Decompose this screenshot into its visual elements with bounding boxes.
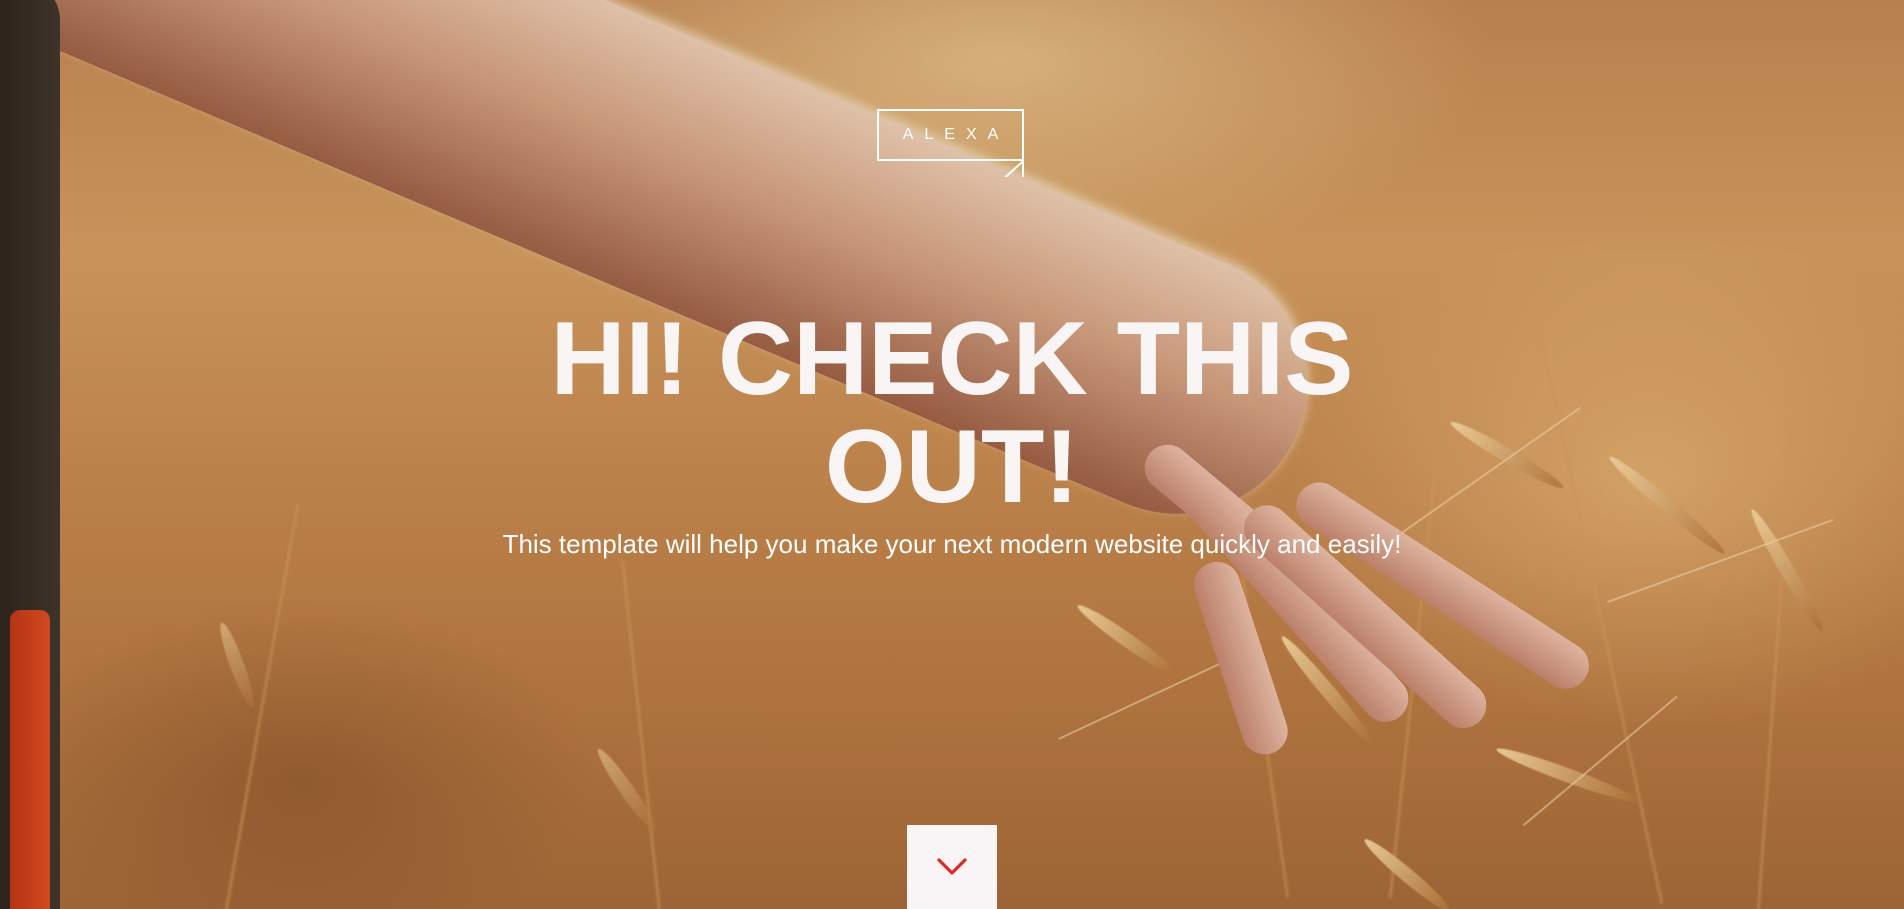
speech-bubble-tail-icon [1004,159,1024,177]
hero-section: ALEXA HI! CHECK THIS OUT! This template … [0,0,1904,909]
scroll-down-button[interactable] [907,825,997,909]
logo-text: ALEXA [902,126,1010,143]
hero-headline: HI! CHECK THIS OUT! [550,301,1354,525]
chevron-down-icon [937,858,967,875]
hero-subtext: This template will help you make your ne… [502,529,1402,559]
site-logo[interactable]: ALEXA [877,109,1024,177]
